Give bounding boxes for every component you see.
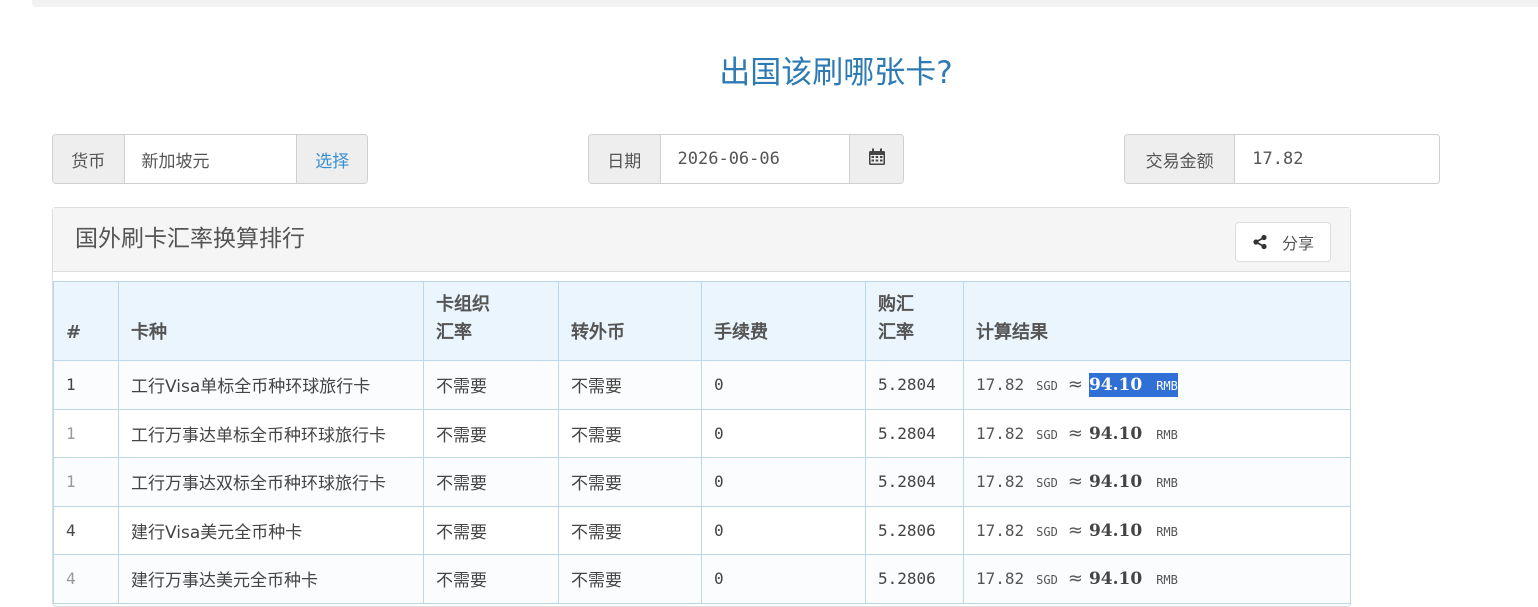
date-field[interactable]: 2026-06-06 — [661, 135, 850, 183]
fee-cell: 0 — [701, 554, 866, 604]
result-currency: SGD — [1036, 379, 1058, 394]
convert-cell: 不需要 — [558, 360, 702, 410]
table-row: 1 工行万事达双标全币种环球旅行卡 不需要 不需要 0 5.2804 17.82… — [53, 457, 1351, 507]
currency-input-group: 货币 新加坡元 选择 — [52, 134, 368, 184]
approx-sign: ≈ — [1067, 422, 1083, 444]
card-cell: 工行Visa单标全币种环球旅行卡 — [118, 360, 424, 410]
col-header-card[interactable]: 卡种 — [118, 281, 424, 361]
approx-sign: ≈ — [1067, 374, 1083, 396]
col-header-convert[interactable]: 转外币 — [558, 281, 702, 361]
result-value: 94.10 — [1088, 569, 1143, 590]
result-currency: SGD — [1036, 427, 1058, 442]
date-input-group: 日期 2026-06-06 — [588, 134, 904, 184]
table-header-row: # 卡种 卡组织 汇率 转外币 手续费 购汇 汇率 计算结果 — [53, 281, 1351, 361]
result-unit: RMB — [1156, 573, 1178, 588]
org-rate-cell: 不需要 — [423, 408, 559, 458]
share-label: 分享 — [1281, 234, 1314, 253]
result-amount: 17.82 — [976, 569, 1025, 589]
card-cell: 工行万事达单标全币种环球旅行卡 — [118, 408, 424, 458]
result-cell: 17.82 SGD ≈94.10 RMB — [963, 457, 1351, 507]
org-rate-cell: 不需要 — [423, 457, 559, 507]
result-currency: SGD — [1036, 524, 1058, 539]
approx-sign: ≈ — [1067, 568, 1083, 590]
org-rate-cell: 不需要 — [423, 360, 559, 410]
page-title: 出国该刷哪张卡? — [719, 55, 953, 91]
result-value: 94.10 — [1088, 520, 1143, 541]
rank-cell: 1 — [53, 360, 119, 410]
fee-cell: 0 — [701, 457, 866, 507]
rank-cell: 1 — [53, 457, 119, 507]
approx-sign: ≈ — [1067, 519, 1083, 541]
table-row: 1 工行Visa单标全币种环球旅行卡 不需要 不需要 0 5.2804 17.8… — [53, 360, 1351, 410]
buy-rate-cell: 5.2806 — [865, 505, 964, 555]
result-cell: 17.82 SGD ≈94.10 RMB — [963, 554, 1351, 604]
col-header-buy-rate[interactable]: 购汇 汇率 — [865, 281, 964, 361]
result-unit: RMB — [1156, 524, 1178, 539]
result-amount: 17.82 — [976, 520, 1025, 540]
date-label: 日期 — [589, 135, 661, 183]
org-rate-cell: 不需要 — [423, 505, 559, 555]
result-value: 94.10 — [1088, 423, 1143, 444]
result-currency: SGD — [1036, 476, 1058, 491]
currency-field[interactable]: 新加坡元 — [125, 135, 297, 183]
fee-cell: 0 — [701, 360, 866, 410]
top-bar — [32, 0, 1538, 7]
approx-sign: ≈ — [1067, 471, 1083, 493]
col-header-rank[interactable]: # — [53, 281, 119, 361]
result-currency: SGD — [1036, 573, 1058, 588]
calendar-button[interactable] — [849, 135, 903, 183]
col-header-org-rate[interactable]: 卡组织 汇率 — [423, 281, 559, 361]
card-cell: 建行万事达美元全币种卡 — [118, 554, 424, 604]
org-rate-cell: 不需要 — [423, 554, 559, 604]
rank-cell: 4 — [53, 554, 119, 604]
table-row: 1 工行万事达单标全币种环球旅行卡 不需要 不需要 0 5.2804 17.82… — [53, 408, 1351, 458]
table-row: 4 建行Visa美元全币种卡 不需要 不需要 0 5.2806 17.82 SGD… — [53, 505, 1351, 555]
panel-title: 国外刷卡汇率换算排行 — [75, 226, 305, 252]
result-amount: 17.82 — [976, 472, 1025, 492]
table-row: 4 建行万事达美元全币种卡 不需要 不需要 0 5.2806 17.82 SGD ≈… — [53, 554, 1351, 604]
convert-cell: 不需要 — [558, 408, 702, 458]
result-value: 94.10 — [1088, 375, 1143, 396]
convert-cell: 不需要 — [558, 505, 702, 555]
convert-cell: 不需要 — [558, 457, 702, 507]
rank-cell: 4 — [53, 505, 119, 555]
col-header-fee[interactable]: 手续费 — [701, 281, 866, 361]
result-unit: RMB — [1156, 476, 1178, 491]
select-currency-button[interactable]: 选择 — [296, 135, 367, 183]
buy-rate-cell: 5.2804 — [865, 360, 964, 410]
amount-input-group: 交易金额 17.82 — [1124, 134, 1440, 184]
result-value: 94.10 — [1088, 472, 1143, 493]
card-cell: 工行万事达双标全币种环球旅行卡 — [118, 457, 424, 507]
result-amount: 17.82 — [976, 423, 1025, 443]
result-cell: 17.82 SGD ≈94.10 RMB — [963, 505, 1351, 555]
rank-cell: 1 — [53, 408, 119, 458]
rates-table: # 卡种 卡组织 汇率 转外币 手续费 购汇 汇率 计算结果 1 工行Visa单… — [53, 281, 1351, 604]
ranking-panel: 国外刷卡汇率换算排行 分享 # 卡种 卡组织 汇率 转外币 手续费 购汇 汇率 … — [52, 207, 1351, 607]
convert-cell: 不需要 — [558, 554, 702, 604]
col-header-result[interactable]: 计算结果 — [963, 281, 1351, 361]
calendar-icon — [868, 148, 886, 171]
fee-cell: 0 — [701, 505, 866, 555]
card-cell: 建行Visa美元全币种卡 — [118, 505, 424, 555]
amount-label: 交易金额 — [1125, 135, 1236, 183]
result-unit: RMB — [1156, 427, 1178, 442]
share-icon — [1252, 234, 1268, 250]
amount-field[interactable]: 17.82 — [1235, 135, 1439, 183]
currency-label: 货币 — [53, 135, 125, 183]
share-button[interactable]: 分享 — [1235, 222, 1331, 262]
result-unit: RMB — [1156, 379, 1178, 394]
panel-heading: 国外刷卡汇率换算排行 分享 — [53, 208, 1350, 272]
result-cell: 17.82 SGD ≈94.10 RMB — [963, 408, 1351, 458]
buy-rate-cell: 5.2804 — [865, 457, 964, 507]
result-cell: 17.82 SGD ≈94.10 RMB — [963, 360, 1351, 410]
result-amount: 17.82 — [976, 375, 1025, 395]
fee-cell: 0 — [701, 408, 866, 458]
buy-rate-cell: 5.2804 — [865, 408, 964, 458]
buy-rate-cell: 5.2806 — [865, 554, 964, 604]
selected-result: 94.10 RMB — [1088, 373, 1178, 398]
